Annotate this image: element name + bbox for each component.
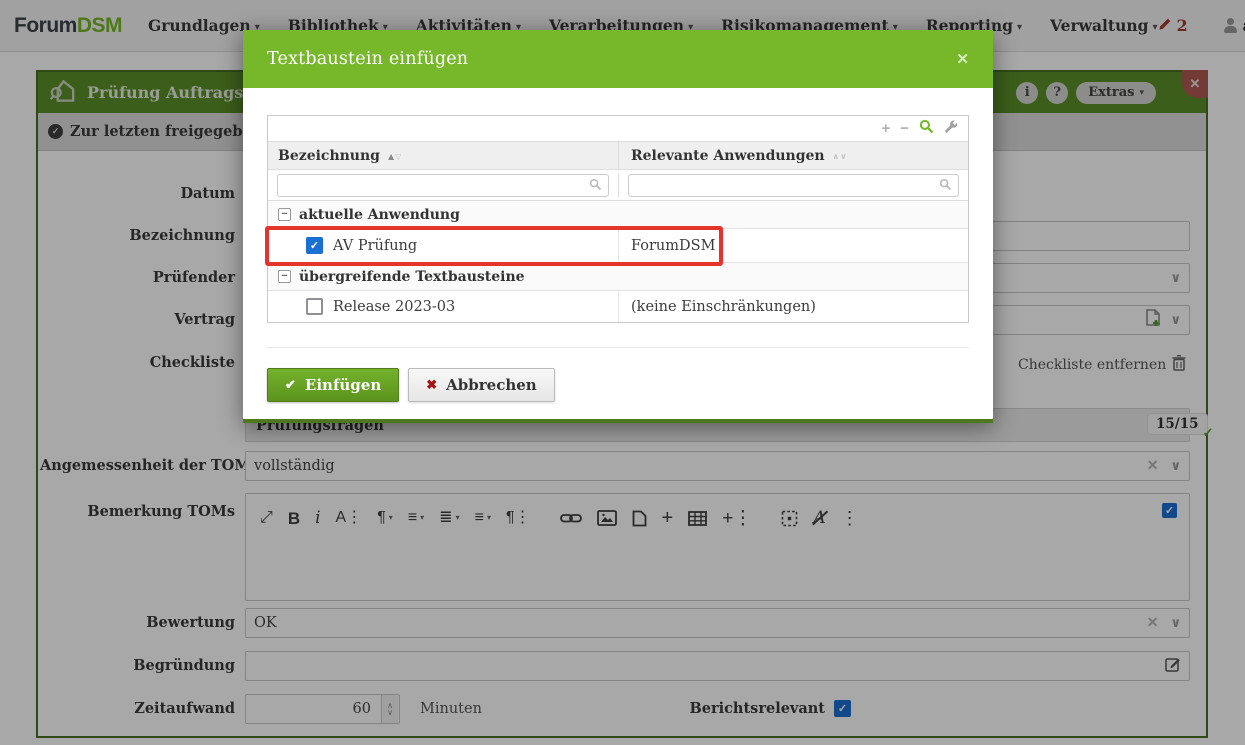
dialog-header: Textbaustein einfügen ✕	[243, 30, 993, 88]
filter-bezeichnung-input[interactable]	[277, 174, 609, 197]
grid-toolbar: + −	[268, 116, 968, 142]
textbaustein-dialog: Textbaustein einfügen ✕ + − Bezeichnung …	[243, 30, 993, 423]
grid-row-av-pruefung[interactable]: ✓ AV Prüfung ForumDSM	[268, 229, 968, 263]
grid-settings-icon[interactable]	[944, 119, 958, 138]
dialog-buttons: ✔ Einfügen ✖ Abbrechen	[267, 368, 555, 402]
search-icon	[589, 176, 602, 195]
cancel-button[interactable]: ✖ Abbrechen	[408, 368, 554, 402]
group-row-aktuelle-anwendung[interactable]: − aktuelle Anwendung	[268, 201, 968, 229]
collapse-icon[interactable]: −	[278, 208, 291, 221]
check-icon: ✔	[285, 378, 296, 393]
row-checkbox-checked[interactable]: ✓	[306, 237, 323, 254]
column-header-bezeichnung[interactable]: Bezeichnung ▲▽	[268, 142, 619, 169]
row-checkbox-unchecked[interactable]	[306, 298, 323, 315]
row-apps: ForumDSM	[631, 238, 715, 254]
grid-filter-row	[268, 170, 968, 201]
grid-row-release-2023-03[interactable]: Release 2023-03 (keine Einschränkungen)	[268, 291, 968, 322]
grid-header-row: Bezeichnung ▲▽ Relevante Anwendungen ∧∨	[268, 142, 968, 170]
grid-remove-icon[interactable]: −	[900, 121, 909, 136]
row-apps: (keine Einschränkungen)	[631, 299, 816, 315]
grid-add-icon[interactable]: +	[881, 121, 890, 136]
sort-icons: ∧∨	[833, 151, 848, 161]
filter-anwendungen-input[interactable]	[628, 174, 959, 197]
collapse-icon[interactable]: −	[278, 270, 291, 283]
grid-search-icon[interactable]	[919, 119, 934, 138]
dialog-close-icon[interactable]: ✕	[956, 50, 969, 68]
sort-icons: ▲▽	[388, 151, 402, 161]
group-row-uebergreifende[interactable]: − übergreifende Textbausteine	[268, 263, 968, 291]
cross-icon: ✖	[426, 378, 437, 393]
dialog-divider	[267, 347, 969, 348]
search-icon	[939, 176, 952, 195]
row-name: Release 2023-03	[333, 299, 455, 315]
row-name: AV Prüfung	[333, 238, 417, 254]
textbaustein-grid: + − Bezeichnung ▲▽ Relevante Anwendungen…	[267, 115, 969, 323]
dialog-title: Textbaustein einfügen	[267, 49, 468, 69]
insert-button[interactable]: ✔ Einfügen	[267, 368, 399, 402]
column-header-anwendungen[interactable]: Relevante Anwendungen ∧∨	[619, 142, 968, 169]
